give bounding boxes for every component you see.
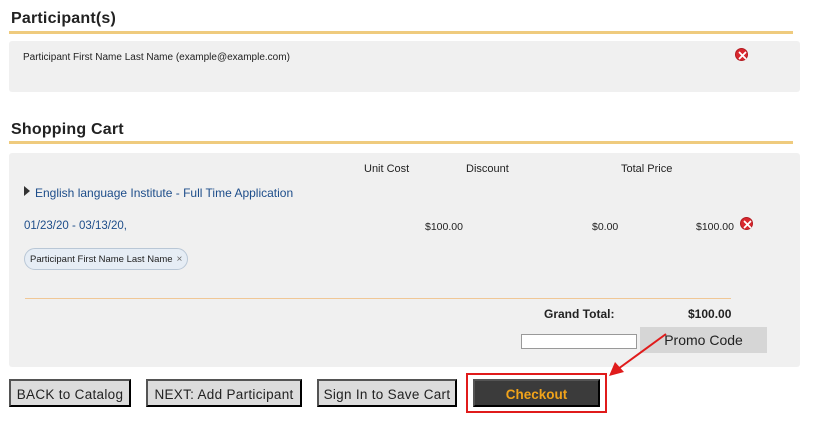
annotation-arrow bbox=[609, 333, 667, 376]
